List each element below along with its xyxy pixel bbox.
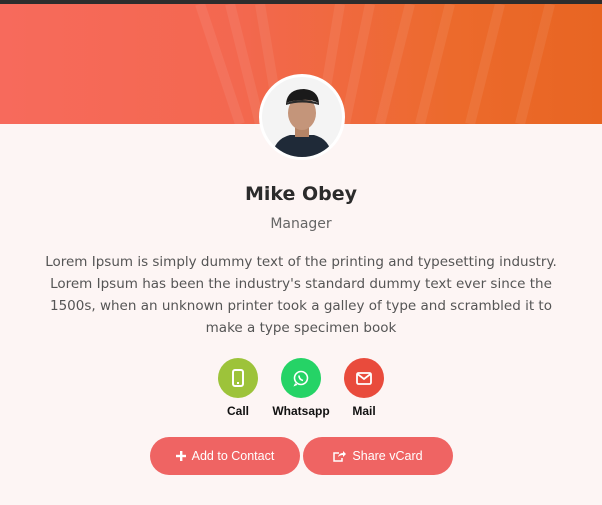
mail-icon[interactable]: [344, 358, 384, 398]
plus-icon: [175, 451, 186, 461]
add-to-contact-button[interactable]: Add to Contact: [150, 437, 300, 475]
profile-name: Mike Obey: [244, 183, 358, 205]
phone-icon[interactable]: [218, 358, 258, 398]
share-icon: [333, 451, 347, 462]
mail-action[interactable]: Mail: [324, 358, 404, 418]
add-to-contact-label: Add to Contact: [191, 449, 275, 463]
contact-actions: Call Whatsapp Mail: [0, 358, 602, 420]
mail-label: Mail: [352, 404, 376, 418]
profile-role: Manager: [270, 216, 332, 232]
profile-bio: Lorem Ipsum is simply dummy text of the …: [45, 254, 557, 336]
whatsapp-icon[interactable]: [281, 358, 321, 398]
share-vcard-button[interactable]: Share vCard: [303, 437, 453, 475]
profile-avatar: [259, 74, 345, 160]
share-vcard-label: Share vCard: [352, 449, 423, 463]
